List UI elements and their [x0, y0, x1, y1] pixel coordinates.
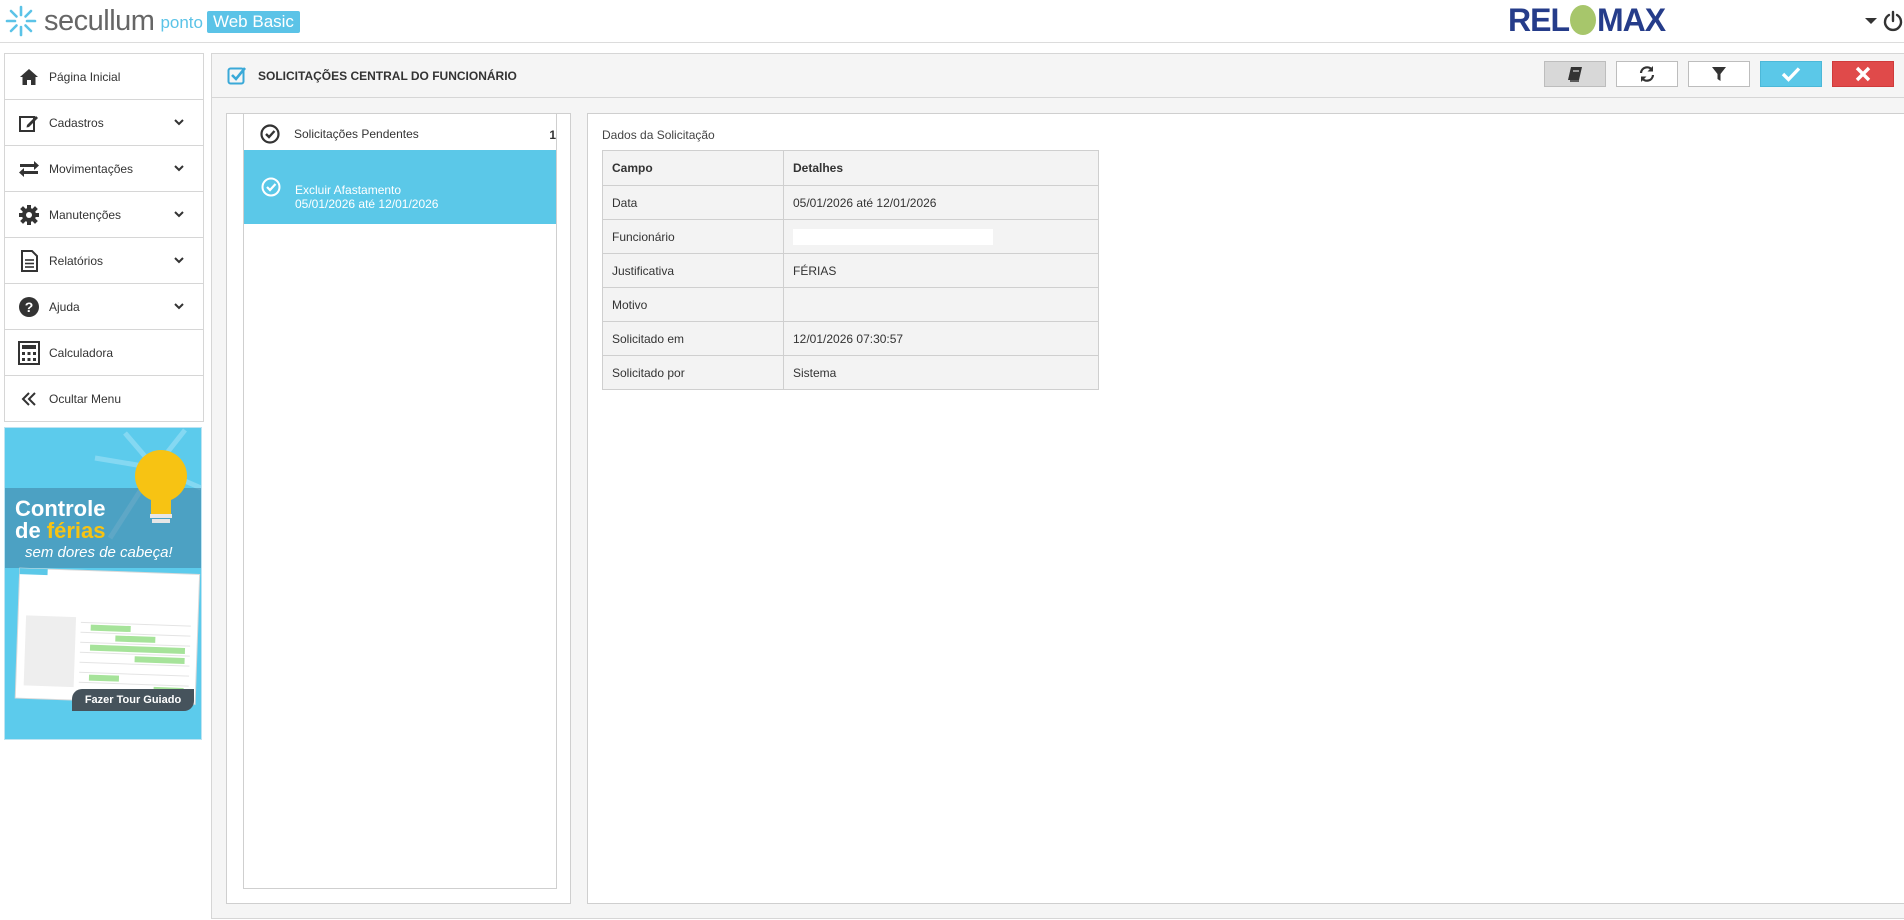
row-field: Data — [602, 185, 784, 220]
row-value: 05/01/2026 até 12/01/2026 — [783, 185, 1099, 220]
chevron-down-icon — [174, 119, 184, 126]
sidebar-item-movimentacoes[interactable]: Movimentações — [5, 146, 203, 192]
column-header-details: Detalhes — [783, 150, 1099, 186]
user-menu[interactable] — [1864, 10, 1904, 32]
power-icon[interactable] — [1882, 10, 1904, 32]
row-value: Sistema — [783, 355, 1099, 390]
logo-product: ponto — [160, 13, 203, 32]
requests-panel: Solicitações Pendentes 1 Excluir Afastam… — [226, 113, 571, 904]
sidebar-item-ajuda[interactable]: ? Ajuda — [5, 284, 203, 330]
refresh-icon — [1639, 66, 1655, 82]
pending-requests-label: Solicitações Pendentes — [294, 127, 419, 141]
row-value: 12/01/2026 07:30:57 — [783, 321, 1099, 356]
edit-icon — [17, 112, 41, 134]
sidebar: Página Inicial Cadastros Movimentações M… — [4, 53, 204, 422]
refresh-button[interactable] — [1616, 61, 1678, 87]
checkbox-icon — [227, 67, 247, 85]
top-bar: secullum ponto Web Basic REL MAX — [0, 0, 1904, 43]
row-field: Motivo — [602, 287, 784, 322]
home-icon — [17, 66, 41, 88]
logo-brand: secullum — [44, 4, 155, 37]
sidebar-item-label: Cadastros — [49, 115, 104, 130]
page-header: SOLICITAÇÕES CENTRAL DO FUNCIONÁRIO — [212, 54, 1904, 98]
row-field: Solicitado por — [602, 355, 784, 390]
table-row: Solicitado em 12/01/2026 07:30:57 — [602, 321, 1099, 356]
filter-icon — [1712, 67, 1726, 81]
sidebar-item-cadastros[interactable]: Cadastros — [5, 100, 203, 146]
sidebar-item-label: Manutenções — [49, 207, 122, 222]
app-logo[interactable]: secullum ponto Web Basic — [4, 3, 300, 39]
fingerprint-icon — [1570, 5, 1596, 35]
row-field: Solicitado em — [602, 321, 784, 356]
main-panel: SOLICITAÇÕES CENTRAL DO FUNCIONÁRIO Soli… — [211, 53, 1904, 919]
sidebar-item-relatorios[interactable]: Relatórios — [5, 238, 203, 284]
request-period: 05/01/2026 até 12/01/2026 — [295, 197, 439, 211]
company-logo-text: REL — [1508, 1, 1570, 38]
reject-button[interactable] — [1832, 61, 1894, 87]
chevron-down-icon[interactable] — [1864, 16, 1878, 26]
banner-headline-2: de férias — [15, 518, 106, 544]
row-value — [783, 219, 1099, 254]
sidebar-item-home[interactable]: Página Inicial — [5, 54, 203, 100]
chevron-down-icon — [174, 257, 184, 264]
secullum-logo-icon — [5, 5, 37, 37]
logo-edition: Web Basic — [206, 11, 300, 33]
row-value — [783, 287, 1099, 322]
sidebar-item-label: Movimentações — [49, 161, 134, 176]
sidebar-item-hide-menu[interactable]: Ocultar Menu — [5, 376, 203, 422]
gear-icon — [17, 204, 41, 226]
calculator-icon — [17, 341, 41, 365]
tour-button[interactable]: Fazer Tour Guiado — [72, 689, 194, 711]
approve-button[interactable] — [1760, 61, 1822, 87]
details-title: Dados da Solicitação — [602, 128, 715, 142]
help-icon: ? — [17, 296, 41, 318]
book-icon — [1568, 67, 1582, 82]
close-icon — [1855, 66, 1871, 82]
details-panel: Dados da Solicitação Campo Detalhes Data… — [587, 113, 1904, 904]
pending-requests-count: 1 — [549, 128, 556, 142]
page-title: SOLICITAÇÕES CENTRAL DO FUNCIONÁRIO — [258, 69, 517, 83]
table-row: Justificativa FÉRIAS — [602, 253, 1099, 288]
svg-text:?: ? — [25, 299, 34, 315]
check-icon — [1781, 67, 1801, 82]
table-row: Solicitado por Sistema — [602, 355, 1099, 390]
promo-banner[interactable]: Controle de férias sem dores de cabeça! … — [4, 427, 202, 740]
filter-button[interactable] — [1688, 61, 1750, 87]
chevron-down-icon — [174, 303, 184, 310]
document-icon — [17, 250, 41, 272]
redacted-value — [793, 228, 993, 245]
double-chevron-left-icon — [17, 388, 41, 410]
exchange-icon — [17, 158, 41, 180]
sidebar-item-label: Relatórios — [49, 253, 104, 268]
request-type: Excluir Afastamento — [295, 183, 402, 197]
table-row: Motivo — [602, 287, 1099, 322]
banner-subtitle: sem dores de cabeça! — [25, 544, 173, 561]
sidebar-item-label: Ocultar Menu — [49, 391, 122, 406]
row-field: Justificativa — [602, 253, 784, 288]
row-field: Funcionário — [602, 219, 784, 254]
requests-list: Solicitações Pendentes 1 Excluir Afastam… — [243, 114, 557, 889]
check-circle-icon — [261, 177, 281, 197]
list-item[interactable]: Excluir Afastamento 05/01/2026 até 12/01… — [244, 150, 556, 224]
sidebar-item-label: Página Inicial — [49, 69, 121, 84]
column-header-field: Campo — [602, 150, 784, 186]
book-button[interactable] — [1544, 61, 1606, 87]
check-circle-icon — [260, 124, 280, 144]
details-table: Campo Detalhes Data 05/01/2026 até 12/01… — [602, 150, 1099, 390]
sidebar-item-label: Ajuda — [49, 299, 80, 314]
chevron-down-icon — [174, 165, 184, 172]
table-header-row: Campo Detalhes — [602, 150, 1099, 186]
banner-headline-2b: férias — [46, 518, 106, 543]
sidebar-item-label: Calculadora — [49, 345, 114, 360]
pending-requests-header[interactable]: Solicitações Pendentes 1 — [244, 114, 556, 150]
chevron-down-icon — [174, 211, 184, 218]
company-logo: REL MAX — [1508, 1, 1666, 38]
row-value: FÉRIAS — [783, 253, 1099, 288]
table-row: Funcionário — [602, 219, 1099, 254]
sidebar-item-manutencoes[interactable]: Manutenções — [5, 192, 203, 238]
banner-headline-2a: de — [15, 518, 47, 543]
sidebar-item-calculadora[interactable]: Calculadora — [5, 330, 203, 376]
table-row: Data 05/01/2026 até 12/01/2026 — [602, 185, 1099, 220]
